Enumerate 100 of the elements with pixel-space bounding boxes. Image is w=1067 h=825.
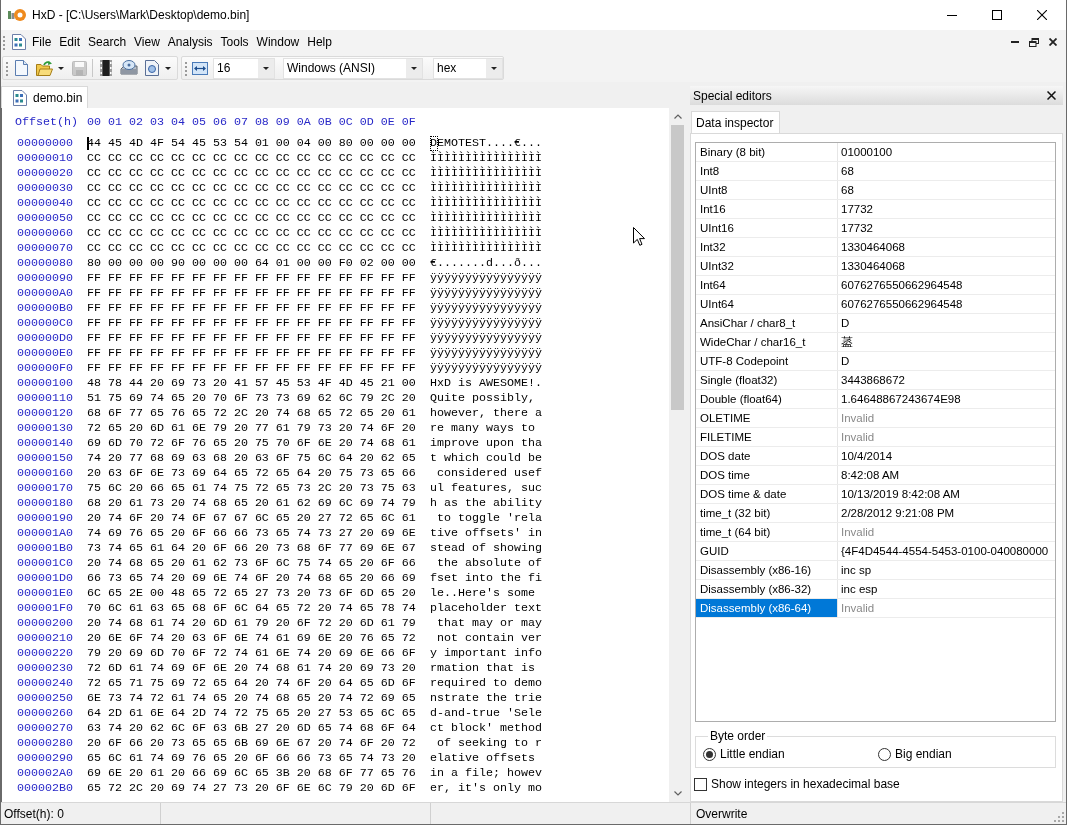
row-offset: 00000050 (16, 211, 74, 226)
field-value-cell-text: 䕄 (840, 335, 854, 350)
field-value-cell-text: inc sp (840, 563, 873, 578)
hex-bytes: 74 69 76 65 20 6F 66 66 73 65 74 73 27 20 69 6E (87, 526, 417, 541)
field-label-cell[interactable]: OLETIME (696, 409, 838, 427)
field-value-cell-text: 8:42:08 AM (840, 468, 901, 483)
field-value-cell-text: inc esp (840, 582, 879, 597)
row-offset: 000001F0 (16, 601, 74, 616)
hex-bytes: CC CC CC CC CC CC CC CC CC CC CC CC CC CC CC CC (87, 151, 417, 166)
hex-bytes: 75 6C 20 66 65 61 74 75 72 65 73 2C 20 73 75 63 (87, 481, 417, 496)
field-value-cell-text: {4F4D4544-4554-5453-0100-040080000 (840, 544, 1050, 559)
field-label-cell[interactable]: DOS date (696, 447, 838, 465)
field-label-cell[interactable]: Disassembly (x86-16) (696, 561, 838, 579)
field-label-cell[interactable]: WideChar / char16_t (696, 333, 838, 351)
mouse-pointer-icon (633, 227, 645, 246)
checkbox-option[interactable]: Show integers in hexadecimal base (694, 777, 900, 792)
ascii-text: the absolute of (436, 556, 543, 571)
field-label-cell[interactable]: Disassembly (x86-32) (696, 580, 838, 598)
field-label-cell[interactable]: time_t (64 bit) (696, 523, 838, 541)
field-label-cell[interactable]: Disassembly (x86-64) (696, 599, 838, 617)
caret-icon (165, 66, 171, 70)
ascii-text: required to demo (430, 676, 543, 691)
row-offset: 00000180 (16, 496, 74, 511)
ascii-text: ÌÌÌÌÌÌÌÌÌÌÌÌÌÌÌÌ (430, 211, 543, 226)
ascii-text: that may or may (436, 616, 543, 631)
field-label-cell[interactable]: UInt64 (696, 295, 838, 313)
menu-item[interactable]: View (130, 33, 164, 51)
field-label-cell[interactable]: Int32 (696, 238, 838, 256)
hex-bytes: 64 2D 61 6E 64 2D 74 72 75 65 20 27 53 65 6C 65 (87, 706, 417, 721)
field-label-cell[interactable]: Int16 (696, 200, 838, 218)
field-value-cell-text: 68 (840, 164, 855, 179)
hex-bytes: FF FF FF FF FF FF FF FF FF FF FF FF FF FF FF FF (87, 331, 417, 346)
radio-option[interactable]: Little endian (703, 746, 785, 762)
ascii-text: not contain ver (436, 631, 543, 646)
field-label-cell[interactable]: AnsiChar / char8_t (696, 314, 838, 332)
field-value-cell-text: 01000100 (840, 145, 894, 160)
bytes-per-row-select[interactable]: 16 (213, 57, 275, 79)
radio-option[interactable]: Big endian (878, 746, 952, 762)
field-label-cell[interactable]: FILETIME (696, 428, 838, 446)
drag-handle-icon[interactable] (3, 34, 6, 50)
hex-bytes: 79 20 69 6D 70 6F 72 74 61 6E 74 20 69 6E 66 6F (87, 646, 417, 661)
caret-icon (411, 66, 417, 70)
row-offset: 000002A0 (16, 766, 74, 781)
menu-item[interactable]: Window (252, 33, 304, 51)
row-offset: 000001E0 (16, 586, 74, 601)
menu-item[interactable]: Tools (216, 33, 253, 51)
row-offset: 00000100 (16, 376, 74, 391)
field-label-cell[interactable]: time_t (32 bit) (696, 504, 838, 522)
restore-icon (1029, 37, 1039, 47)
size-grip-icon[interactable] (1054, 812, 1064, 822)
hex-bytes: 20 74 68 61 74 20 6D 61 79 20 6F 72 20 6D 61 79 (87, 616, 417, 631)
field-label-cell[interactable]: Int64 (696, 276, 838, 294)
status-offset: Offset(h): 0 (4, 806, 64, 821)
hex-bytes: 72 65 71 75 69 72 65 64 20 74 6F 20 64 65 6D 6F (87, 676, 417, 691)
menu-item[interactable]: Edit (55, 33, 85, 51)
ascii-text: ÿÿÿÿÿÿÿÿÿÿÿÿÿÿÿÿ (430, 286, 543, 301)
field-label-cell[interactable]: DOS time (696, 466, 838, 484)
panel-tab[interactable]: Data inspector (691, 111, 781, 133)
drag-handle-icon[interactable] (185, 60, 188, 76)
field-label-cell[interactable]: Int8 (696, 162, 838, 180)
ascii-text: ul features, suc (430, 481, 543, 496)
menu-item[interactable]: Help (303, 33, 336, 51)
offset-base-select[interactable]: hex (433, 57, 503, 79)
ascii-text: ÿÿÿÿÿÿÿÿÿÿÿÿÿÿÿÿ (430, 361, 543, 376)
row-offset: 00000260 (16, 706, 74, 721)
hex-bytes: FF FF FF FF FF FF FF FF FF FF FF FF FF FF FF FF (87, 286, 417, 301)
ascii-text: ÌÌÌÌÌÌÌÌÌÌÌÌÌÌÌÌ (430, 151, 543, 166)
field-label-cell[interactable]: UInt16 (696, 219, 838, 237)
ascii-text: ÿÿÿÿÿÿÿÿÿÿÿÿÿÿÿÿ (430, 316, 543, 331)
row-offset: 00000080 (16, 256, 74, 271)
row-offset: 000000E0 (16, 346, 74, 361)
field-label-cell[interactable]: UInt8 (696, 181, 838, 199)
ascii-text: in a file; howev (430, 766, 543, 781)
menu-item[interactable]: Analysis (163, 33, 217, 51)
field-label-cell[interactable]: UInt32 (696, 257, 838, 275)
scrollbar-thumb[interactable] (671, 125, 684, 410)
menu-item[interactable]: Search (84, 33, 131, 51)
field-label-cell[interactable]: Single (float32) (696, 371, 838, 389)
menu-item[interactable]: File (28, 33, 56, 51)
row-offset: 000000B0 (16, 301, 74, 316)
ascii-text: y important info (430, 646, 543, 661)
panel-title: Special editors (693, 88, 772, 103)
hex-bytes: 51 75 69 74 65 20 70 6F 73 73 69 62 6C 79 2C 20 (87, 391, 417, 406)
hex-bytes: 68 20 61 73 20 74 68 65 20 61 62 69 6C 69 74 79 (87, 496, 417, 511)
field-label-cell[interactable]: GUID (696, 542, 838, 560)
field-label-cell[interactable]: Double (float64) (696, 390, 838, 408)
field-value-cell-text: D (840, 316, 851, 331)
field-label-cell[interactable]: UTF-8 Codepoint (696, 352, 838, 370)
field-label-cell[interactable]: Binary (8 bit) (696, 143, 838, 161)
row-offset: 00000190 (16, 511, 74, 526)
row-offset: 00000020 (16, 166, 74, 181)
field-label-cell[interactable]: DOS time & date (696, 485, 838, 503)
hex-bytes: 6E 73 74 72 61 74 65 20 74 68 65 20 74 72 69 65 (87, 691, 417, 706)
row-offset: 00000230 (16, 661, 74, 676)
drag-handle-icon[interactable] (6, 60, 9, 76)
document-tab[interactable]: demo.bin (1, 86, 88, 108)
document-icon[interactable] (12, 34, 26, 50)
field-value-cell-text: 2/28/2012 9:21:08 PM (840, 506, 956, 521)
chip-icon (99, 60, 112, 76)
charset-select[interactable]: Windows (ANSI) (283, 57, 423, 79)
